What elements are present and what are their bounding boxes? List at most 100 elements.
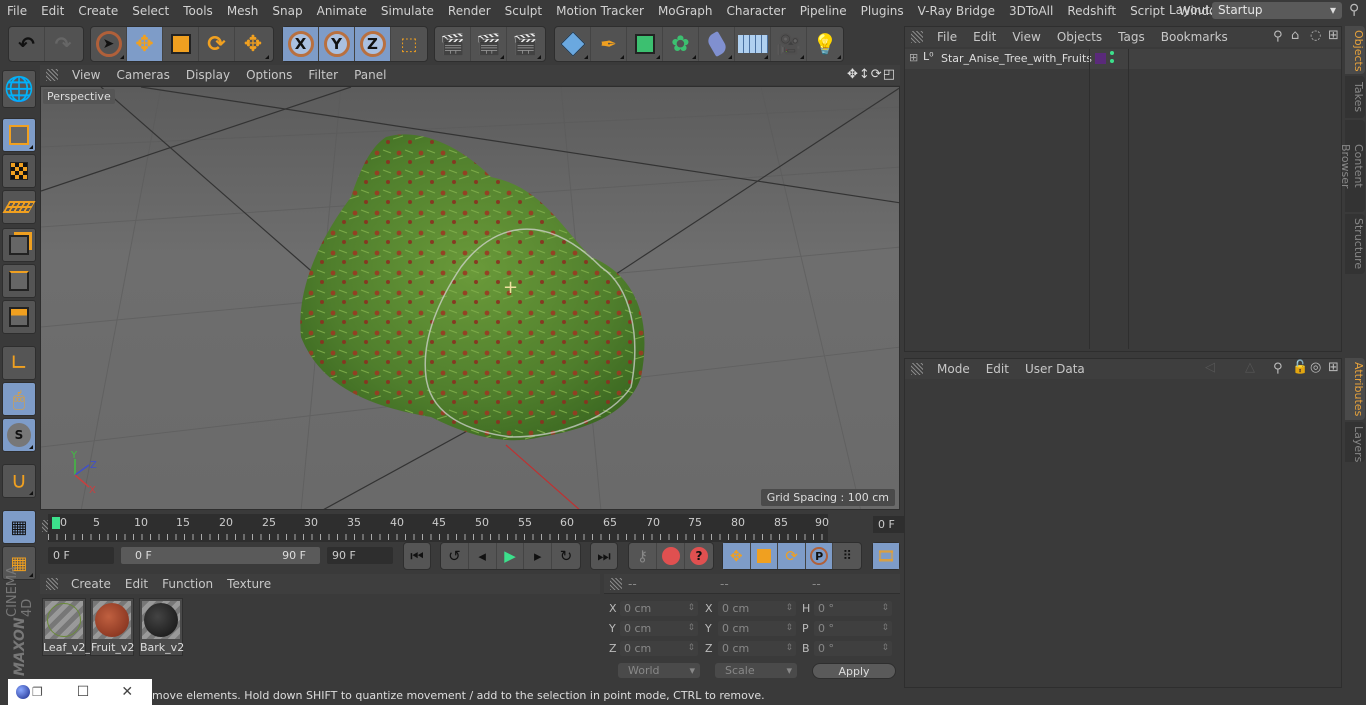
menu-mograph[interactable]: MoGraph (651, 4, 720, 18)
pan-icon[interactable]: ✥ (847, 67, 859, 82)
menu-redshift[interactable]: Redshift (1060, 4, 1123, 18)
x-axis-toggle[interactable]: X (283, 27, 319, 61)
enable-axis-button[interactable]: ∟ (2, 346, 36, 380)
maximize-icon[interactable]: ☐ (77, 684, 90, 700)
menu-vray-bridge[interactable]: V-Ray Bridge (911, 4, 1002, 18)
camera-button[interactable]: 🎥 (771, 27, 807, 61)
render-settings-button[interactable]: 🎬 (507, 27, 543, 61)
orbit-icon[interactable]: ⟳ (871, 67, 883, 82)
tab-attributes[interactable]: Attributes (1345, 358, 1365, 420)
material-menu-create[interactable]: Create (64, 577, 118, 591)
search-icon[interactable]: ⚲ (1273, 29, 1283, 44)
key-position-toggle[interactable]: ✥ (723, 543, 751, 569)
autokey-button[interactable] (657, 543, 685, 569)
object-row[interactable]: ⊞ L⁰ Star_Anise_Tree_with_Fruits (905, 49, 1341, 349)
rot-h-field[interactable]: 0 ° (814, 601, 892, 616)
frame-range-slider[interactable]: 0 F 90 F (121, 547, 320, 564)
redo-button[interactable]: ↷ (45, 27, 81, 61)
objects-menu-tags[interactable]: Tags (1110, 30, 1153, 44)
light-button[interactable]: 💡 (807, 27, 843, 61)
timeline-ruler[interactable]: 0 5 10 15 20 25 30 35 40 45 50 55 60 65 … (48, 514, 829, 542)
panel-grip-icon[interactable] (610, 577, 622, 590)
back-arrow-icon[interactable]: ◁ (1205, 360, 1215, 375)
menu-snap[interactable]: Snap (265, 4, 309, 18)
workplane-lock-button[interactable]: ▦ (2, 510, 36, 544)
viewport-menu-cameras[interactable]: Cameras (108, 68, 177, 82)
home-icon[interactable]: ⌂ (1291, 28, 1299, 43)
playhead[interactable] (52, 517, 60, 529)
live-selection-button[interactable]: ➤ (91, 27, 127, 61)
size-x-field[interactable]: 0 cm (718, 601, 796, 616)
search-icon[interactable]: ⚲ (1349, 2, 1359, 18)
polygons-mode-button[interactable] (2, 300, 36, 334)
viewport-menu-view[interactable]: View (64, 68, 108, 82)
menu-render[interactable]: Render (441, 4, 498, 18)
rot-p-field[interactable]: 0 ° (814, 621, 892, 636)
objects-menu-file[interactable]: File (929, 30, 965, 44)
cube-button[interactable] (555, 27, 591, 61)
menu-mesh[interactable]: Mesh (220, 4, 266, 18)
viewport-menu-filter[interactable]: Filter (300, 68, 346, 82)
menu-create[interactable]: Create (71, 4, 125, 18)
up-arrow-icon[interactable]: △ (1245, 360, 1255, 375)
dolly-icon[interactable]: ↕ (859, 67, 871, 82)
menu-edit[interactable]: Edit (34, 4, 71, 18)
panel-grip-icon[interactable] (46, 69, 58, 81)
layout-dropdown[interactable]: Startup (1212, 2, 1342, 19)
render-view-button[interactable]: 🎬 (435, 27, 471, 61)
rot-b-field[interactable]: 0 ° (814, 641, 892, 656)
menu-pipeline[interactable]: Pipeline (793, 4, 854, 18)
objects-menu-bookmarks[interactable]: Bookmarks (1153, 30, 1236, 44)
coordinate-system-button[interactable]: ⬚ (391, 27, 427, 61)
go-to-start-button[interactable]: ⏮ (404, 543, 430, 569)
pos-z-field[interactable]: 0 cm (620, 641, 698, 656)
model-mode-button[interactable] (2, 118, 36, 152)
cloner-button[interactable]: ✿ (663, 27, 699, 61)
y-axis-toggle[interactable]: Y (319, 27, 355, 61)
3d-viewport[interactable]: + Y Z X Perspective Grid Spacing : 100 c… (40, 86, 900, 510)
objects-menu-objects[interactable]: Objects (1049, 30, 1110, 44)
lock-icon[interactable]: 🔓 (1292, 360, 1308, 375)
make-editable-button[interactable]: 🌐 (2, 70, 36, 108)
subdivision-button[interactable] (627, 27, 663, 61)
expand-icon[interactable]: ⊞ (909, 51, 918, 64)
menu-sculpt[interactable]: Sculpt (498, 4, 549, 18)
menu-3dtoall[interactable]: 3DToAll (1002, 4, 1060, 18)
material-menu-function[interactable]: Function (155, 577, 220, 591)
snapping-button[interactable]: S (2, 418, 36, 452)
editor-visibility-dot[interactable] (1110, 51, 1114, 55)
material-menu-edit[interactable]: Edit (118, 577, 155, 591)
menu-animate[interactable]: Animate (310, 4, 374, 18)
size-y-field[interactable]: 0 cm (718, 621, 796, 636)
magnet-button[interactable]: ∩ (2, 464, 36, 498)
key-pla-toggle[interactable]: ⠿ (833, 543, 861, 569)
objects-menu-edit[interactable]: Edit (965, 30, 1004, 44)
restore-icon[interactable]: ❐ (32, 685, 43, 699)
rotate-tool-button[interactable]: ⟳ (199, 27, 235, 61)
edges-mode-button[interactable] (2, 264, 36, 298)
tweak-mode-button[interactable]: 🖱 (2, 382, 36, 416)
render-visibility-dot[interactable] (1110, 59, 1114, 63)
z-axis-toggle[interactable]: Z (355, 27, 391, 61)
material-fruit[interactable]: Fruit_v2 (90, 598, 134, 656)
tab-layers[interactable]: Layers (1345, 422, 1365, 462)
pen-spline-button[interactable]: ✒ (591, 27, 627, 61)
floor-button[interactable] (735, 27, 771, 61)
menu-character[interactable]: Character (719, 4, 792, 18)
objects-menu-view[interactable]: View (1004, 30, 1048, 44)
start-frame-field[interactable]: 0 F (48, 547, 114, 564)
object-name[interactable]: Star_Anise_Tree_with_Fruits (941, 52, 1092, 65)
maximize-view-icon[interactable]: ◰ (883, 67, 896, 82)
attributes-menu-user-data[interactable]: User Data (1017, 362, 1093, 376)
attributes-menu-edit[interactable]: Edit (978, 362, 1017, 376)
previous-frame-button[interactable]: ◂ (469, 543, 497, 569)
viewport-menu-options[interactable]: Options (238, 68, 300, 82)
panel-grip-icon[interactable] (911, 363, 923, 375)
menu-simulate[interactable]: Simulate (374, 4, 441, 18)
coordinate-mode-dropdown[interactable]: World (618, 663, 700, 678)
previous-key-button[interactable]: ↺ (441, 543, 469, 569)
apply-button[interactable]: Apply (812, 663, 896, 679)
menu-select[interactable]: Select (125, 4, 176, 18)
tab-structure[interactable]: Structure (1345, 214, 1365, 274)
go-to-end-button[interactable]: ⏭ (591, 543, 617, 569)
